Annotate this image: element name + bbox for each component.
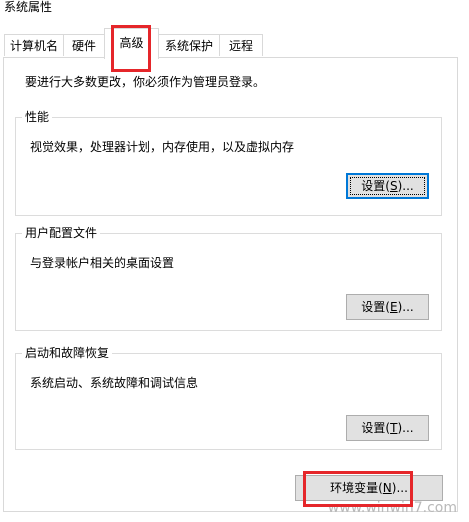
environment-variables-button[interactable]: 环境变量(N)... xyxy=(295,475,443,501)
watermark: www.winwin7.com xyxy=(327,500,457,516)
startup-recovery-group: 启动和故障恢复 系统启动、系统故障和调试信息 设置(T)... xyxy=(15,346,442,450)
startup-recovery-description: 系统启动、系统故障和调试信息 xyxy=(30,376,199,390)
title-bar: 系统属性 xyxy=(0,0,469,22)
tab-system-protection[interactable]: 系统保护 xyxy=(158,34,220,56)
performance-group: 性能 视觉效果，处理器计划，内存使用，以及虚拟内存 设置(S)... xyxy=(15,110,442,216)
startup-recovery-settings-button[interactable]: 设置(T)... xyxy=(346,415,429,441)
user-profiles-description: 与登录帐户相关的桌面设置 xyxy=(30,256,175,270)
admin-notice: 要进行大多数更改，你必须作为管理员登录。 xyxy=(25,75,266,89)
performance-group-title: 性能 xyxy=(22,110,53,124)
user-profiles-group-title: 用户配置文件 xyxy=(22,226,101,240)
user-profiles-settings-button[interactable]: 设置(E)... xyxy=(346,294,429,320)
tab-hardware[interactable]: 硬件 xyxy=(63,34,105,56)
tab-strip: 计算机名 硬件 高级 系统保护 远程 xyxy=(0,28,469,59)
tab-advanced[interactable]: 高级 xyxy=(104,28,159,59)
tab-remote[interactable]: 远程 xyxy=(219,34,263,56)
performance-settings-button[interactable]: 设置(S)... xyxy=(346,173,429,199)
tab-computer-name[interactable]: 计算机名 xyxy=(4,34,64,56)
window-title: 系统属性 xyxy=(4,0,53,14)
performance-description: 视觉效果，处理器计划，内存使用，以及虚拟内存 xyxy=(30,140,295,154)
startup-recovery-group-title: 启动和故障恢复 xyxy=(22,346,113,360)
user-profiles-group: 用户配置文件 与登录帐户相关的桌面设置 设置(E)... xyxy=(15,226,442,331)
